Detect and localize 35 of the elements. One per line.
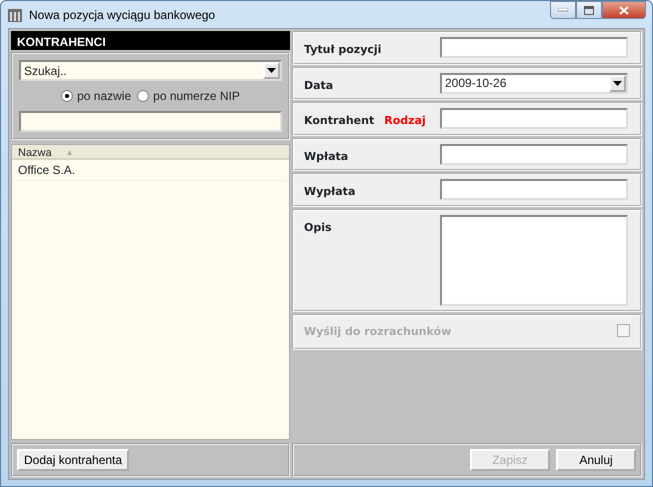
input-field[interactable] [440,144,628,164]
radio-label[interactable]: po nazwie [77,87,132,105]
input-field[interactable] [440,108,628,129]
search-field[interactable] [19,111,282,132]
add-contractor-button[interactable]: Dodaj kontrahenta [17,449,130,471]
date-combo[interactable]: 2009-10-26 [440,72,628,94]
text-area[interactable] [440,214,628,306]
field-label: Kontrahent [304,113,374,129]
field-label: Wpłata [304,148,348,164]
radio-button[interactable] [137,90,150,102]
close-button[interactable] [602,1,646,19]
input-field[interactable] [440,179,628,200]
table-row[interactable]: Office S.A. [12,160,289,181]
app-icon [7,6,23,22]
maximize-button[interactable] [576,1,602,19]
radio-label[interactable]: po numerze NIP [153,87,240,105]
close-icon [619,6,629,14]
search-combo[interactable]: Szukaj.. [19,60,282,81]
maximize-icon [584,6,594,14]
input-field[interactable] [440,37,628,58]
panel-header: KONTRAHENCI [11,31,290,50]
dialog-button[interactable]: Anuluj [556,449,636,471]
window-title: Nowa pozycja wyciągu bankowego [29,6,216,24]
checkbox-label: Wyślij do rozrachunków [304,324,452,340]
type-label: Rodzaj [384,113,426,129]
field-label: Data [304,78,334,94]
column-label[interactable]: Nazwa [18,145,52,158]
field-label: Tytuł pozycji [304,42,382,58]
field-label: Wypłata [304,184,356,200]
field-label: Opis [304,220,332,236]
caret-icon [613,80,622,86]
caret-icon [267,68,276,73]
minimize-icon [558,8,568,12]
minimize-button[interactable] [550,1,576,19]
radio-button[interactable] [61,90,74,102]
